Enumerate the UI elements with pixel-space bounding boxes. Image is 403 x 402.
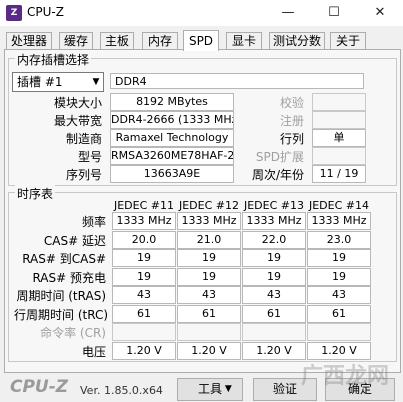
registered-value: [312, 111, 366, 129]
timing-value: 19: [242, 268, 306, 286]
timing-value: 43: [242, 286, 306, 304]
max-bandwidth-value: DDR4-2666 (1333 MHz): [110, 111, 234, 129]
tab-processor[interactable]: 处理器: [6, 32, 52, 50]
serial-value: 13663A9E: [110, 165, 234, 183]
memory-type: DDR4: [110, 73, 364, 89]
timing-value: 61: [307, 305, 371, 323]
timing-value: 43: [307, 286, 371, 304]
registered-label: 注册: [279, 114, 304, 128]
manufacturer-label: 制造商: [65, 132, 102, 146]
tools-button-label: 工具: [197, 382, 222, 396]
week-year-value: 11 / 19: [312, 165, 366, 183]
timing-value: 19: [177, 268, 241, 286]
timings-column-header: JEDEC #13: [243, 199, 304, 212]
timing-value: 19: [242, 249, 306, 267]
timing-row-label: 命令率 (CR): [40, 326, 106, 340]
watermark-text: 广西龙网: [300, 364, 389, 389]
timing-row-label: 频率: [81, 215, 106, 229]
timing-value: 23.0: [307, 231, 371, 249]
timing-value: [242, 323, 306, 341]
slot-select[interactable]: 插槽 #1 ▼: [12, 72, 104, 92]
timing-value: 19: [177, 249, 241, 267]
timing-row-label: RAS# 预充电: [32, 271, 106, 285]
cpuz-app-icon: Z: [6, 5, 22, 21]
spd-ext-label: SPD扩展: [255, 150, 304, 164]
timing-value: [307, 323, 371, 341]
minimize-button[interactable]: —: [265, 0, 311, 26]
week-year-label: 周次/年份: [251, 168, 304, 182]
timing-value: 19: [112, 249, 176, 267]
timing-value: 1333 MHz: [112, 212, 176, 230]
timings-column-header: JEDEC #12: [178, 199, 239, 212]
ranks-value: 单: [312, 129, 366, 147]
close-button[interactable]: ✕: [357, 0, 403, 26]
timing-row-label: CAS# 延迟: [43, 234, 106, 248]
slot-select-value: 插槽 #1: [17, 75, 63, 89]
correction-label: 校验: [279, 96, 304, 110]
timings-column-header: JEDEC #14: [308, 199, 369, 212]
timing-value: 1333 MHz: [307, 212, 371, 230]
module-size-label: 模块大小: [53, 96, 102, 110]
window-title: CPU-Z: [27, 5, 64, 19]
part-number-label: 型号: [77, 150, 102, 164]
slot-group-title: 内存插槽选择: [15, 51, 92, 68]
timing-value: 22.0: [242, 231, 306, 249]
module-size-value: 8192 MBytes: [110, 93, 234, 111]
timing-value: [112, 323, 176, 341]
timing-value: 19: [307, 249, 371, 267]
timing-value: 1.20 V: [242, 342, 306, 360]
timing-value: 19: [112, 268, 176, 286]
timing-row-label: RAS# 到CAS#: [22, 252, 106, 266]
timing-value: 61: [177, 305, 241, 323]
chevron-down-icon: ▼: [222, 384, 232, 394]
timing-value: 1333 MHz: [177, 212, 241, 230]
tab-cache[interactable]: 缓存: [59, 32, 93, 50]
timing-value: 19: [307, 268, 371, 286]
max-bandwidth-label: 最大带宽: [53, 114, 102, 128]
timing-row-label: 电压: [81, 345, 106, 359]
timing-value: 20.0: [112, 231, 176, 249]
timings-group-title: 时序表: [15, 185, 56, 202]
tools-button[interactable]: 工具 ▼: [177, 378, 243, 401]
timing-value: 61: [242, 305, 306, 323]
manufacturer-value: Ramaxel Technology: [110, 129, 234, 147]
timing-value: 43: [177, 286, 241, 304]
tab-about[interactable]: 关于: [330, 32, 366, 50]
timing-row-label: 行周期时间 (tRC): [14, 308, 109, 322]
timing-value: 1.20 V: [112, 342, 176, 360]
tab-bench[interactable]: 测试分数: [269, 32, 325, 50]
title-bar: Z CPU-Z — ☐ ✕: [0, 0, 403, 26]
version-text: Ver. 1.85.0.x64: [80, 384, 163, 397]
serial-label: 序列号: [65, 168, 102, 182]
spd-ext-value: [312, 147, 366, 165]
timing-row-label: 周期时间 (tRAS): [16, 289, 106, 303]
timing-value: 1333 MHz: [242, 212, 306, 230]
chevron-down-icon: ▼: [92, 77, 100, 87]
correction-value: [312, 93, 366, 111]
cpuz-logo: CPU-Z: [10, 377, 69, 397]
timing-value: 21.0: [177, 231, 241, 249]
timing-value: 61: [112, 305, 176, 323]
maximize-button[interactable]: ☐: [311, 0, 357, 26]
tab-spd[interactable]: SPD: [183, 30, 219, 51]
tab-mainboard[interactable]: 主板: [100, 32, 134, 50]
tab-memory[interactable]: 内存: [142, 32, 178, 50]
ranks-label: 行列: [279, 132, 304, 146]
timing-value: 1.20 V: [177, 342, 241, 360]
timings-column-header: JEDEC #11: [113, 199, 174, 212]
tab-graphics[interactable]: 显卡: [226, 32, 262, 50]
part-number-value: RMSA3260ME78HAF-26: [110, 147, 234, 165]
timing-value: [177, 323, 241, 341]
timing-value: 43: [112, 286, 176, 304]
